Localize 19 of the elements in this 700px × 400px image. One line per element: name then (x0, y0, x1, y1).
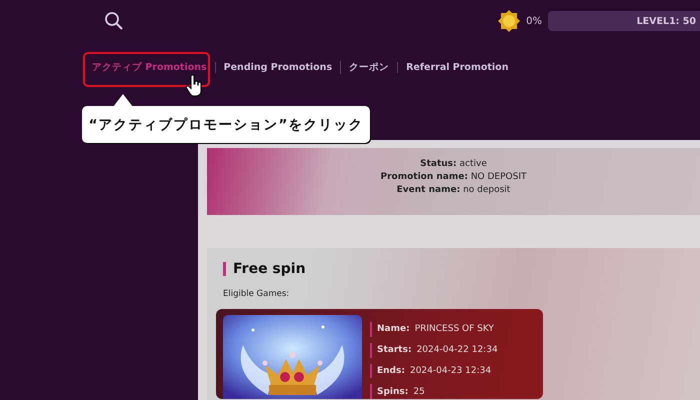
status-line: Event name: no deposit (396, 184, 510, 194)
search-icon[interactable] (104, 11, 124, 31)
game-detail: Spins: 25 (370, 384, 498, 399)
game-detail: Ends: 2024-04-23 12:34 (370, 364, 498, 378)
status-line: Status: active (420, 158, 487, 168)
heading-accent (223, 262, 226, 276)
level-percent: 0% (526, 16, 542, 26)
promotion-tab[interactable]: Referral Promotion (397, 62, 516, 72)
promotion-tab[interactable]: Pending Promotions (214, 62, 340, 72)
eligible-games-label: Eligible Games: (222, 289, 290, 299)
status-line: Promotion name: NO DEPOSIT (380, 172, 526, 182)
promotion-tab[interactable]: クーポン (340, 60, 398, 74)
game-detail: Name: PRINCESS OF SKY (370, 322, 498, 337)
game-card[interactable]: Name: PRINCESS OF SKY Starts: 2024-04-22 12:34 Ends: 2024-04-23 12:34 Spins: 25 (216, 309, 543, 399)
level-label: LEVEL1: 50 (636, 16, 696, 26)
game-detail: Starts: 2024-04-22 12:34 (370, 342, 498, 358)
section-title: Free spin (233, 261, 306, 277)
hand-cursor-icon (185, 75, 203, 97)
coin-icon (498, 10, 520, 32)
